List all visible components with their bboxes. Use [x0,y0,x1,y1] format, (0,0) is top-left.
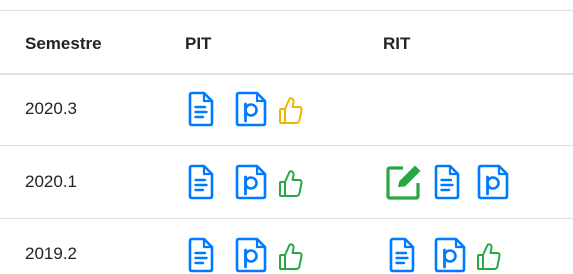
thumbs-up-icon[interactable] [476,242,502,272]
row-3-semester: 2019.2 [25,244,77,263]
semester-table: Semestre PIT RIT 2020.3 2020.1 2019.2 [0,0,573,274]
p-document-icon[interactable] [477,164,509,200]
p-document-icon[interactable] [235,164,267,200]
edit-icon[interactable] [385,164,425,200]
p-document-icon[interactable] [434,237,466,273]
header-rit: RIT [383,34,411,53]
header-divider [0,73,573,75]
document-icon[interactable] [434,164,460,200]
header-semestre: Semestre [25,34,102,53]
header-pit: PIT [185,34,212,53]
document-icon[interactable] [389,237,415,273]
p-document-icon[interactable] [235,91,267,127]
row-2-divider [0,218,573,219]
document-icon[interactable] [188,237,214,273]
row-1-divider [0,145,573,146]
thumbs-up-icon[interactable] [278,169,304,199]
row-1-semester: 2020.3 [25,99,77,118]
table-top-border [0,10,573,11]
row-2-semester: 2020.1 [25,172,77,191]
thumbs-up-icon[interactable] [278,96,304,126]
thumbs-up-icon[interactable] [278,242,304,272]
p-document-icon[interactable] [235,237,267,273]
document-icon[interactable] [188,164,214,200]
document-icon[interactable] [188,91,214,127]
